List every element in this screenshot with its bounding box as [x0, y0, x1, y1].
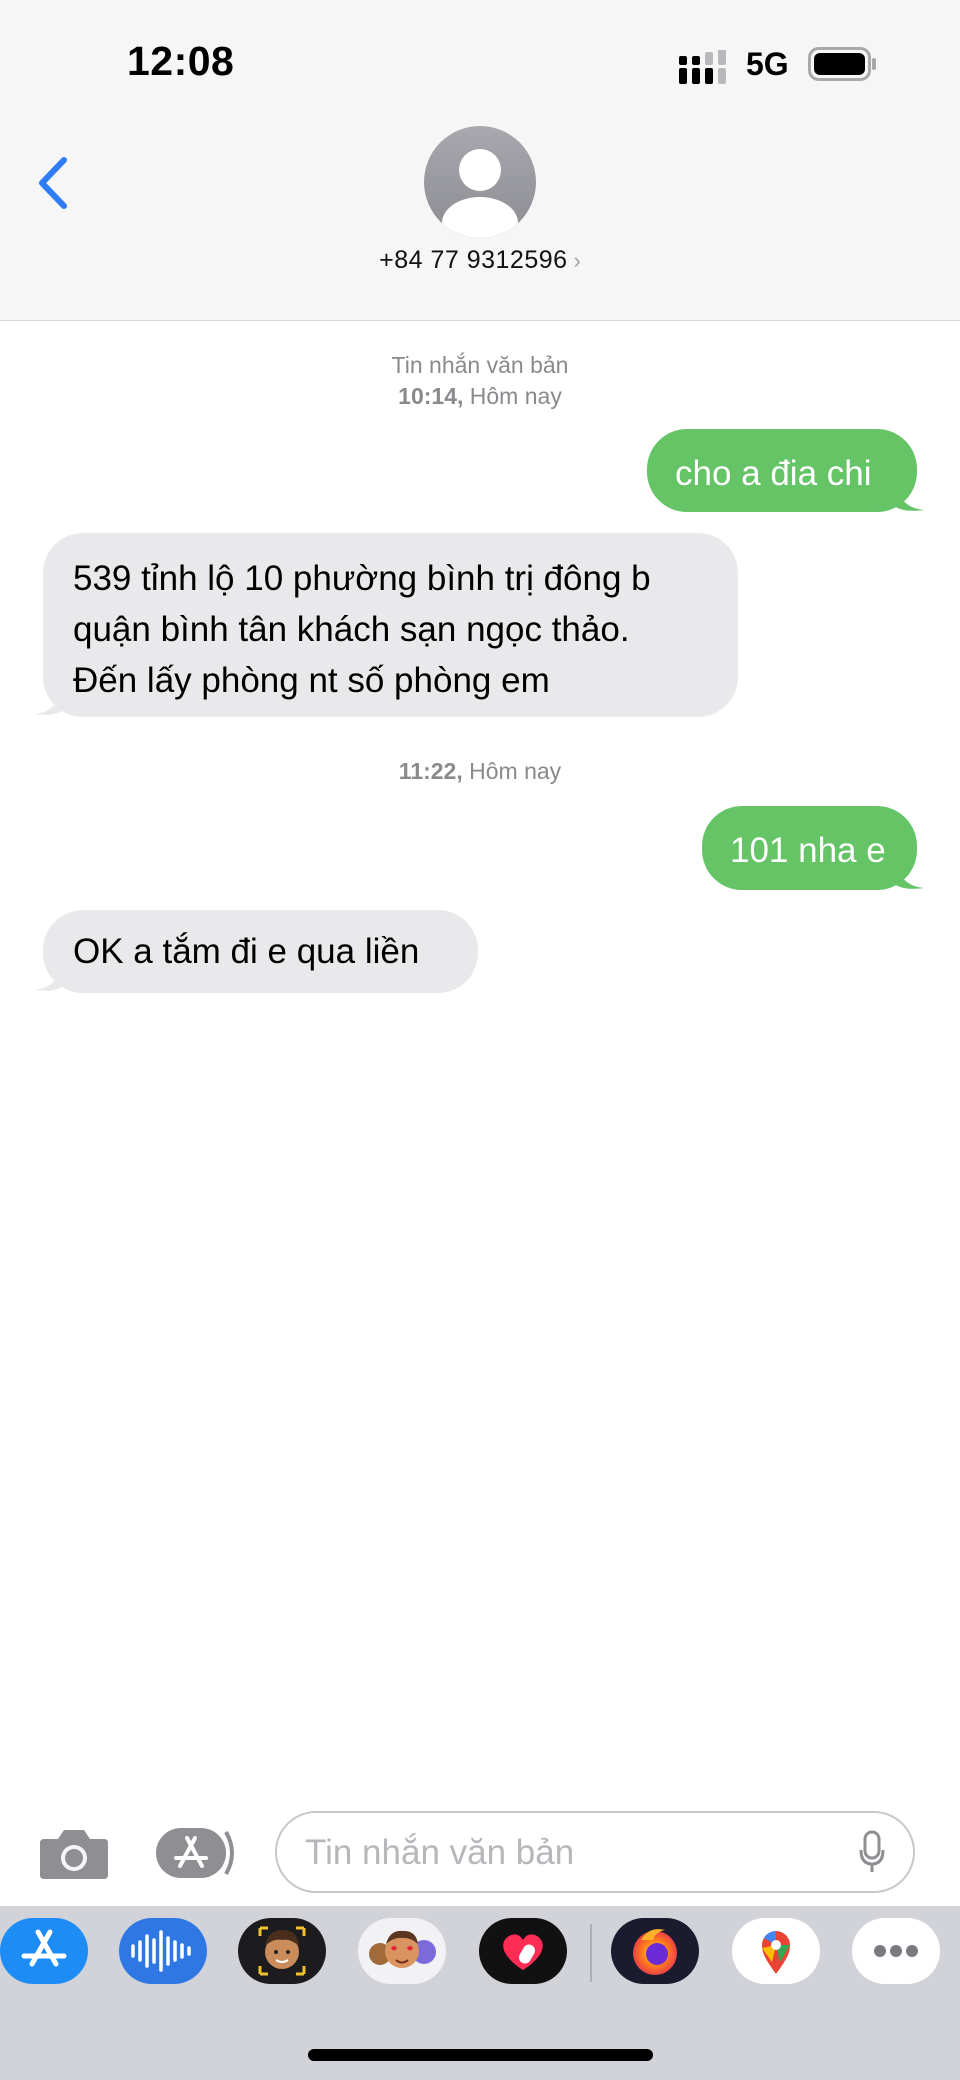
incoming-message[interactable]: OK a tắm đi e qua liền	[43, 910, 478, 993]
message-meta-1: Tin nhắn văn bản 10:14, Hôm nay	[0, 350, 960, 412]
contact-avatar[interactable]	[424, 126, 536, 238]
message-line: Đến lấy phòng nt số phòng em	[73, 661, 550, 700]
message-meta-2: 11:22, Hôm nay	[0, 756, 960, 787]
contact-chevron-icon: ›	[573, 248, 581, 273]
message-input[interactable]: Tin nhắn văn bản	[275, 1811, 915, 1893]
firefox-icon[interactable]	[611, 1918, 699, 1984]
google-maps-icon[interactable]	[732, 1918, 820, 1984]
outgoing-message[interactable]: 101 nha e	[702, 806, 917, 890]
memoji-stickers-icon[interactable]	[358, 1918, 446, 1984]
home-indicator[interactable]	[308, 2049, 653, 2061]
microphone-icon[interactable]	[859, 1830, 885, 1874]
status-time: 12:08	[127, 38, 235, 84]
audio-message-icon[interactable]	[119, 1918, 207, 1984]
timestamp-day: Hôm nay	[469, 383, 562, 409]
memoji-icon[interactable]	[238, 1918, 326, 1984]
message-timestamp: 10:14, Hôm nay	[0, 381, 960, 412]
conversation-header: 12:08 5G +84 77 9312596 ›	[0, 0, 960, 321]
message-type-label: Tin nhắn văn bản	[391, 352, 569, 378]
message-line: 539 tỉnh lộ 10 phường bình trị đông b	[73, 559, 651, 598]
app-store-button-icon[interactable]	[154, 1826, 238, 1880]
contact-name[interactable]: +84 77 9312596 ›	[0, 246, 960, 275]
contact-phone: +84 77 9312596	[379, 246, 568, 274]
message-line: quận bình tân khách sạn ngọc thảo.	[73, 610, 630, 649]
message-input-placeholder: Tin nhắn văn bản	[305, 1833, 575, 1872]
timestamp-time: 11:22,	[398, 758, 463, 784]
timestamp-time: 10:14,	[398, 383, 464, 409]
incoming-message[interactable]: 539 tỉnh lộ 10 phường bình trị đông b qu…	[43, 533, 738, 717]
camera-icon[interactable]	[38, 1825, 110, 1881]
timestamp-day: Hôm nay	[469, 758, 562, 784]
network-type: 5G	[746, 46, 789, 82]
battery-icon	[808, 47, 876, 81]
more-apps-icon[interactable]	[852, 1918, 940, 1984]
app-store-icon[interactable]	[0, 1918, 88, 1984]
outgoing-message[interactable]: cho a đia chi	[647, 429, 917, 512]
back-chevron-icon[interactable]	[30, 150, 80, 216]
cellular-signal-icon	[679, 50, 726, 84]
digital-touch-icon[interactable]	[479, 1918, 567, 1984]
drawer-divider	[590, 1924, 592, 1982]
